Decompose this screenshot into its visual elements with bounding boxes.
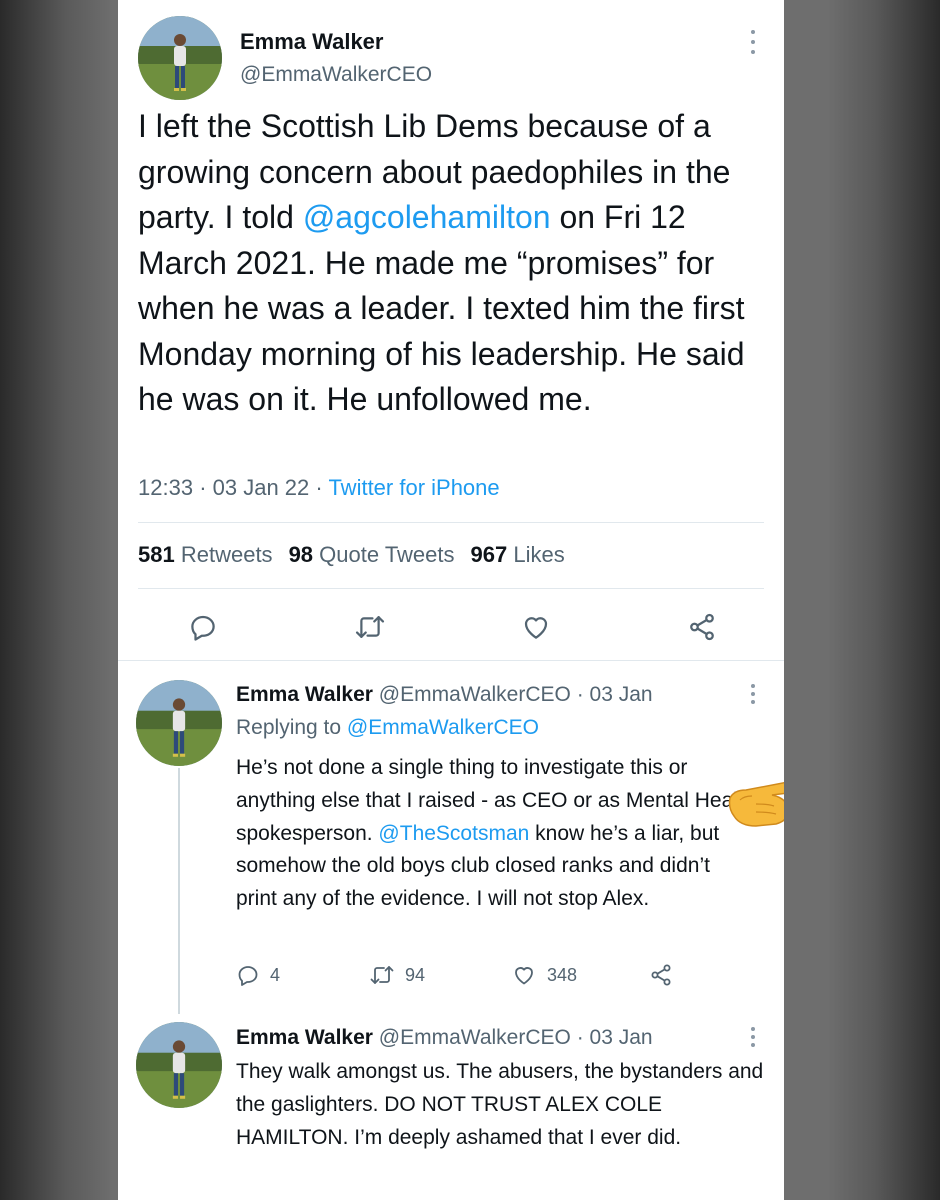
author-handle[interactable]: @EmmaWalkerCEO [240,63,432,87]
share-icon [651,964,671,986]
avatar-photo [136,1022,222,1108]
more-icon[interactable] [748,684,758,704]
reply-author-handle[interactable]: @EmmaWalkerCEO [379,683,571,706]
mention-link[interactable]: @TheScotsman [378,822,529,845]
avatar-photo [138,16,222,100]
tweet-stats: 581 Retweets 98 Quote Tweets 967 Likes [138,542,565,568]
reply-date[interactable]: · 03 Jan [577,1026,653,1049]
pointing-hand-emoji [728,781,784,827]
like-icon[interactable] [520,612,552,642]
avatar[interactable] [138,16,222,100]
mention-link[interactable]: @agcolehamilton [303,199,551,235]
replying-to: Replying to @EmmaWalkerCEO [236,716,539,740]
reply-actions: 4 94 348 [236,963,676,991]
replying-to-link[interactable]: @EmmaWalkerCEO [347,716,539,739]
like-icon [515,967,533,985]
tweet-date[interactable]: 03 Jan 22 [213,475,310,500]
reply-count: 4 [270,964,281,985]
likes-stat[interactable]: 967 Likes [471,542,565,567]
tweet-time[interactable]: 12:33 [138,475,193,500]
reply-text: They walk amongst us. The abusers, the b… [236,1060,764,1149]
quote-tweets-stat[interactable]: 98 Quote Tweets [289,542,455,567]
retweet-count: 94 [405,964,426,985]
author-name[interactable]: Emma Walker [240,29,383,55]
reply-author-name[interactable]: Emma Walker [236,1026,373,1049]
retweets-stat[interactable]: 581 Retweets [138,542,273,567]
avatar[interactable] [136,680,222,766]
like-count: 348 [547,964,578,985]
reply-share-action[interactable] [648,963,674,987]
meta-separator: · [315,475,323,500]
reply-author-handle[interactable]: @EmmaWalkerCEO [379,1026,571,1049]
retweet-icon [370,966,394,984]
reply-header: Emma Walker @EmmaWalkerCEO · 03 Jan [236,683,653,707]
avatar[interactable] [136,1022,222,1108]
reply-retweet-action[interactable]: 94 [369,963,425,987]
meta-separator: · [199,475,207,500]
tweet-meta: 12:33 · 03 Jan 22 · Twitter for iPhone [138,475,500,501]
reply-like-action[interactable]: 348 [511,963,577,987]
reply-icon [238,966,258,986]
reply-text: He’s not done a single thing to investig… [236,752,756,916]
retweet-icon[interactable] [354,612,386,642]
reply-author-name[interactable]: Emma Walker [236,683,373,706]
reply-reply-action[interactable]: 4 [236,963,280,987]
reply-date[interactable]: · 03 Jan [577,683,653,706]
divider [118,660,784,661]
reply-icon[interactable] [188,612,218,642]
divider [138,522,764,523]
replying-prefix: Replying to [236,716,347,739]
more-icon[interactable] [748,1027,758,1047]
more-icon[interactable] [748,30,758,54]
tweet-screenshot-card: Emma Walker @EmmaWalkerCEO I left the Sc… [118,0,784,1200]
tweet-text: I left the Scottish Lib Dems because of … [138,104,778,423]
reply-header: Emma Walker @EmmaWalkerCEO · 03 Jan [236,1026,653,1050]
share-icon[interactable] [686,612,718,642]
avatar-photo [136,680,222,766]
thread-line [178,768,180,1014]
tweet-source-link[interactable]: Twitter for iPhone [328,475,499,500]
divider [138,588,764,589]
